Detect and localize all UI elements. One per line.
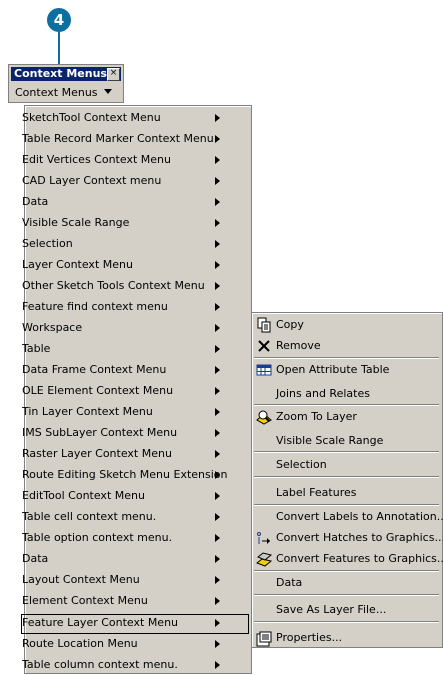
submenu-item-copy[interactable]: Copy — [276, 316, 304, 334]
chevron-right-icon — [215, 261, 220, 269]
chevron-right-icon — [215, 219, 220, 227]
chevron-right-icon — [215, 534, 220, 542]
submenu-item-remove[interactable]: Remove — [276, 337, 321, 355]
submenu-item-selection[interactable]: Selection — [276, 456, 327, 474]
chevron-right-icon — [215, 282, 220, 290]
submenu-item-convert-hatches[interactable]: Convert Hatches to Graphics... — [276, 529, 443, 547]
chevron-right-icon — [215, 408, 220, 416]
chevron-right-icon — [215, 135, 220, 143]
menu-item-layer-context[interactable]: Layer Context Menu — [22, 255, 133, 275]
properties-icon — [256, 631, 272, 647]
menu-item-route-editing-sketch[interactable]: Route Editing Sketch Menu Extension — [22, 465, 228, 485]
chevron-right-icon — [215, 429, 220, 437]
copy-icon — [257, 317, 271, 333]
chevron-right-icon — [215, 492, 220, 500]
submenu-item-visible-scale-range[interactable]: Visible Scale Range — [276, 432, 383, 450]
toolbar-title: Context Menus — [14, 67, 107, 80]
submenu-item-data[interactable]: Data — [276, 574, 302, 592]
menu-item-selection[interactable]: Selection — [22, 234, 73, 254]
menu-item-table-cell[interactable]: Table cell context menu. — [22, 507, 156, 527]
menu-item-edittool[interactable]: EditTool Context Menu — [22, 486, 145, 506]
submenu-item-label-features[interactable]: Label Features — [276, 484, 356, 502]
menu-item-raster-layer[interactable]: Raster Layer Context Menu — [22, 444, 172, 464]
menu-item-sketchtool-context-menu[interactable]: SketchTool Context Menu — [22, 108, 161, 128]
menu-item-table-option[interactable]: Table option context menu. — [22, 528, 172, 548]
convert-features-icon — [256, 552, 272, 567]
chevron-right-icon — [215, 114, 220, 122]
submenu-item-convert-features[interactable]: Convert Features to Graphics... — [276, 550, 443, 568]
menu-item-layout-context[interactable]: Layout Context Menu — [22, 570, 140, 590]
menu-item-data-2[interactable]: Data — [22, 549, 48, 569]
remove-icon — [258, 340, 270, 352]
menu-separator — [254, 404, 439, 406]
submenu-item-open-attribute-table[interactable]: Open Attribute Table — [276, 361, 389, 379]
chevron-right-icon — [215, 555, 220, 563]
menu-separator — [254, 451, 439, 453]
chevron-right-icon — [215, 177, 220, 185]
menu-item-ims-sublayer[interactable]: IMS SubLayer Context Menu — [22, 423, 177, 443]
chevron-right-icon — [215, 387, 220, 395]
submenu-item-zoom-to-layer[interactable]: Zoom To Layer — [276, 408, 357, 426]
menu-item-edit-vertices[interactable]: Edit Vertices Context Menu — [22, 150, 171, 170]
menu-separator — [254, 621, 439, 623]
chevron-right-icon — [215, 198, 220, 206]
submenu-item-save-as-layer-file[interactable]: Save As Layer File... — [276, 601, 386, 619]
menu-item-data-frame[interactable]: Data Frame Context Menu — [22, 360, 166, 380]
chevron-right-icon — [215, 576, 220, 584]
menu-item-visible-scale-range[interactable]: Visible Scale Range — [22, 213, 129, 233]
chevron-right-icon — [215, 450, 220, 458]
menu-separator — [254, 504, 439, 506]
menu-separator — [254, 594, 439, 596]
submenu-item-joins-and-relates[interactable]: Joins and Relates — [276, 385, 370, 403]
submenu-item-properties[interactable]: Properties... — [276, 629, 342, 647]
chevron-right-icon — [215, 597, 220, 605]
chevron-right-icon — [215, 240, 220, 248]
callout-badge: 4 — [47, 8, 71, 32]
menu-item-feature-find[interactable]: Feature find context menu — [22, 297, 168, 317]
menu-item-ole-element[interactable]: OLE Element Context Menu — [22, 381, 173, 401]
toolbar-title-bar: Context Menus × — [11, 67, 121, 81]
submenu-item-convert-labels[interactable]: Convert Labels to Annotation... — [276, 508, 443, 526]
menu-item-workspace[interactable]: Workspace — [22, 318, 82, 338]
chevron-right-icon — [215, 471, 220, 479]
chevron-right-icon — [215, 619, 220, 627]
context-menus-dropdown-button[interactable]: Context Menus — [13, 85, 112, 101]
chevron-right-icon — [215, 303, 220, 311]
chevron-right-icon — [215, 661, 220, 669]
menu-separator — [254, 357, 439, 359]
zoom-to-layer-icon — [256, 410, 272, 425]
menu-item-table-column[interactable]: Table column context menu. — [22, 655, 178, 675]
chevron-right-icon — [215, 366, 220, 374]
menu-item-table-record-marker[interactable]: Table Record Marker Context Menu. — [22, 129, 217, 149]
table-icon — [256, 364, 272, 376]
menu-item-feature-layer-context[interactable]: Feature Layer Context Menu — [22, 613, 178, 633]
menu-item-table[interactable]: Table — [22, 339, 50, 359]
dropdown-arrow-icon — [103, 89, 112, 94]
menu-item-data[interactable]: Data — [22, 192, 48, 212]
chevron-right-icon — [215, 156, 220, 164]
context-menus-button-label: Context Menus — [15, 86, 98, 99]
menu-item-other-sketch-tools[interactable]: Other Sketch Tools Context Menu — [22, 276, 205, 296]
chevron-right-icon — [215, 324, 220, 332]
convert-hatches-icon — [257, 532, 270, 544]
chevron-right-icon — [215, 640, 220, 648]
close-icon[interactable]: × — [107, 68, 120, 81]
menu-item-route-location[interactable]: Route Location Menu — [22, 634, 138, 654]
menu-separator — [254, 476, 439, 478]
chevron-right-icon — [215, 513, 220, 521]
chevron-right-icon — [215, 345, 220, 353]
menu-item-element-context[interactable]: Element Context Menu — [22, 591, 148, 611]
menu-separator — [254, 570, 439, 572]
context-menus-toolbar: Context Menus × Context Menus — [8, 64, 124, 103]
menu-item-cad-layer[interactable]: CAD Layer Context menu — [22, 171, 161, 191]
menu-item-tin-layer[interactable]: Tin Layer Context Menu — [22, 402, 153, 422]
